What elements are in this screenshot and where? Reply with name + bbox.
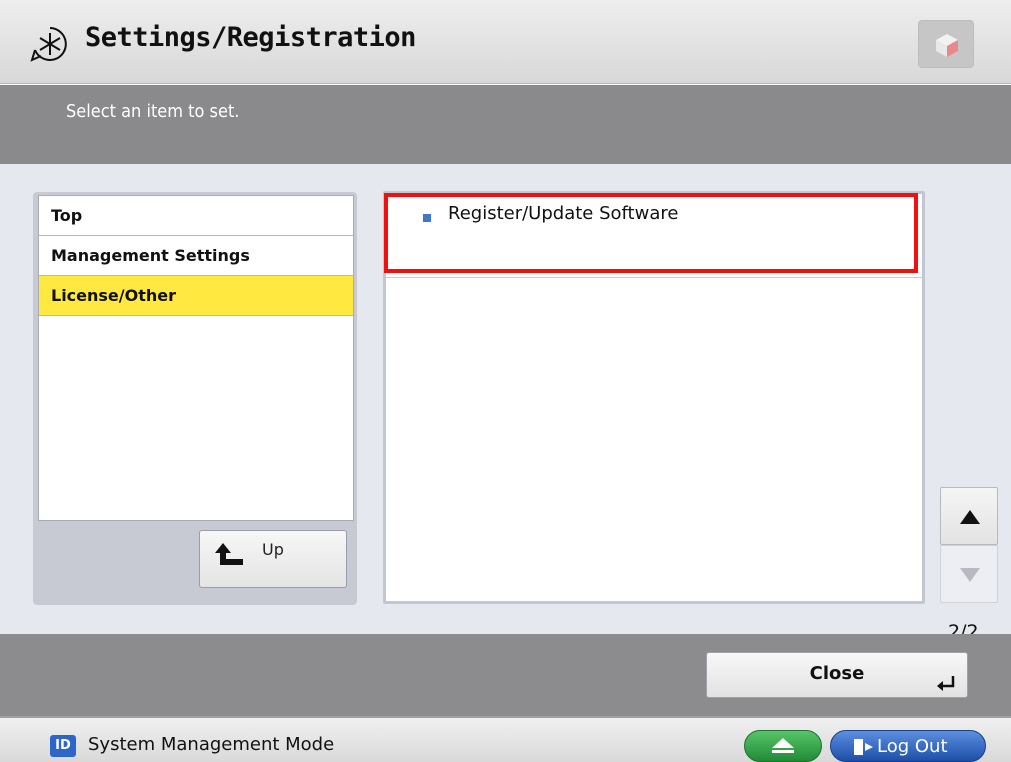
id-badge-icon: ID [50,735,76,757]
up-button-label: Up [262,540,284,559]
scroll-up-button[interactable] [940,487,998,545]
status-bar: ID System Management Mode Log Out [0,716,1011,762]
up-button[interactable]: Up [199,530,347,588]
instruction-text: Select an item to set. [66,101,240,122]
scroll-down-button[interactable] [940,545,998,603]
navigation-list: Top Management Settings License/Other [38,195,354,521]
logout-label: Log Out [877,736,948,757]
instruction-band: Select an item to set. [0,85,1011,164]
close-button-label: Close [809,663,865,684]
action-bar: Close [0,634,1011,716]
nav-item-license-other[interactable]: License/Other [39,276,353,316]
applications-button[interactable] [918,20,974,68]
settings-asterisk-icon [30,24,70,64]
page-title: Settings/Registration [85,22,416,53]
title-bar: Settings/Registration [0,0,1011,84]
eject-button[interactable] [744,730,822,762]
logout-button[interactable]: Log Out [830,730,986,762]
highlight-box [384,193,918,273]
nav-item-top[interactable]: Top [39,196,353,236]
mode-text: System Management Mode [88,734,335,755]
close-button[interactable]: Close [706,652,968,698]
navigation-panel: Top Management Settings License/Other Up [33,192,357,605]
nav-item-management-settings[interactable]: Management Settings [39,236,353,276]
